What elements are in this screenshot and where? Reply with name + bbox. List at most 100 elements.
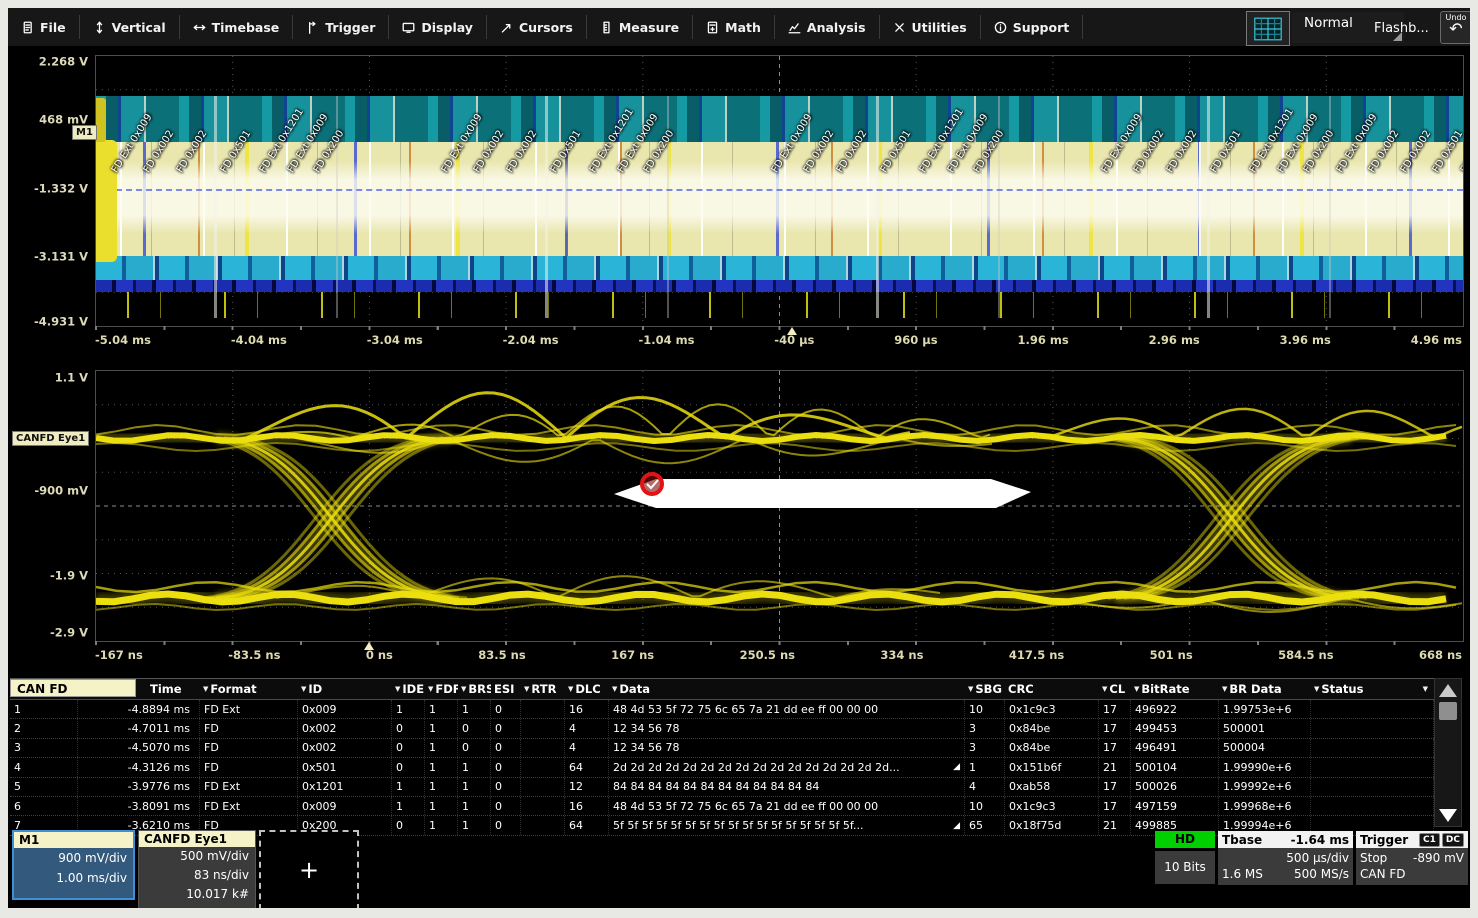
scroll-down-button[interactable] <box>1435 804 1461 826</box>
trigger-position-marker-top[interactable] <box>787 327 797 335</box>
menu-item-measure[interactable]: Measure <box>587 15 693 39</box>
sort-arrow-icon[interactable]: ▼ <box>968 685 973 693</box>
sort-arrow-icon[interactable]: ▼ <box>428 685 433 693</box>
column-header-data[interactable]: ▼Data <box>609 679 965 699</box>
top-x-axis-label: 4.96 ms <box>1411 333 1462 347</box>
table-row[interactable]: 5-3.9776 msFD Ext0x120111101284 84 84 84… <box>10 778 1434 797</box>
expand-row-icon[interactable]: ◢ <box>953 821 960 831</box>
column-header-label: ESI <box>494 682 514 696</box>
descriptor-canfd-eye1[interactable]: CANFD Eye1 500 mV/div 83 ns/div 10.017 k… <box>138 830 256 908</box>
cell-data: 5f 5f 5f 5f 5f 5f 5f 5f 5f 5f 5f 5f 5f 5… <box>609 816 965 834</box>
column-header-rtr[interactable]: ▼RTR <box>521 679 565 699</box>
menu-item-support[interactable]: Support <box>981 15 1084 39</box>
cell-fdf: 1 <box>425 739 458 757</box>
sort-arrow-icon[interactable]: ▼ <box>612 685 617 693</box>
grid-display-button[interactable] <box>1246 11 1290 46</box>
cell-rtr <box>521 797 565 815</box>
cell-format: FD Ext <box>200 797 298 815</box>
main-waveform-grid[interactable]: FD Ext 0x009FD 0x002FD 0x002FD 0x501FD E… <box>95 55 1464 327</box>
sort-arrow-icon[interactable]: ▼ <box>1314 685 1319 693</box>
menu-item-display[interactable]: Display <box>389 15 487 39</box>
cell-n: 6 <box>10 797 78 815</box>
cell-bitrate: 496491 <box>1131 739 1219 757</box>
y-axis-labels: 2.268 V468 mV-1.332 V-3.131 V-4.931 V1.1… <box>8 8 92 708</box>
scope-app: FileVerticalTimebaseTriggerDisplayCursor… <box>8 8 1470 908</box>
column-header-id[interactable]: ▼ID <box>298 679 392 699</box>
column-header-dlc[interactable]: ▼DLC <box>565 679 609 699</box>
hd-status-box[interactable]: HD 10 Bits <box>1155 831 1215 884</box>
menu-item-math[interactable]: Math <box>693 15 775 39</box>
column-header-bitrate[interactable]: ▼BitRate <box>1131 679 1219 699</box>
channel-tag-m1[interactable]: M1 <box>72 125 97 140</box>
cell-brs: 1 <box>458 778 491 796</box>
sort-arrow-icon[interactable]: ▼ <box>1423 685 1428 693</box>
expand-row-icon[interactable]: ◢ <box>953 762 960 772</box>
timebase-status-box[interactable]: Tbase -1.64 ms 500 µs/div 1.6 MS 500 MS/… <box>1218 831 1353 885</box>
sort-arrow-icon[interactable]: ▼ <box>461 685 466 693</box>
column-header-esi[interactable]: ESI <box>491 679 521 699</box>
table-row[interactable]: 1-4.8894 msFD Ext0x00911101648 4d 53 5f … <box>10 700 1434 719</box>
cell-esi: 0 <box>491 719 521 737</box>
sort-arrow-icon[interactable]: ▼ <box>1102 685 1107 693</box>
menu-item-analysis[interactable]: Analysis <box>775 15 880 39</box>
cell-format: FD <box>200 719 298 737</box>
column-header-label: BitRate <box>1141 682 1189 696</box>
column-header-crc[interactable]: CRC <box>1005 679 1099 699</box>
cell-brs: 0 <box>458 739 491 757</box>
cell-time: -4.5070 ms <box>78 739 200 757</box>
cell-n: 4 <box>10 758 78 776</box>
trigger-status-box[interactable]: Trigger C1 DC Stop -890 mV CAN FD <box>1356 831 1468 885</box>
tbase-title: Tbase <box>1222 833 1262 847</box>
sort-arrow-icon[interactable]: ▼ <box>395 685 400 693</box>
menu-item-trigger[interactable]: Trigger <box>293 15 389 39</box>
cell-rtr <box>521 739 565 757</box>
descriptor-m1[interactable]: M1 900 mV/div 1.00 ms/div <box>12 830 135 900</box>
menu-item-cursors[interactable]: Cursors <box>487 15 587 39</box>
cell-id: 0x009 <box>298 700 392 718</box>
top-x-axis-label: 1.96 ms <box>1017 333 1068 347</box>
menu-item-utilities[interactable]: Utilities <box>880 15 981 39</box>
cell-dlc: 16 <box>565 797 609 815</box>
table-row[interactable]: 3-4.5070 msFD0x0020100412 34 56 7830x84b… <box>10 739 1434 758</box>
column-header-brdata[interactable]: ▼BR Data <box>1219 679 1311 699</box>
down-arrow-icon <box>1439 809 1457 822</box>
scrollbar-track[interactable] <box>1435 721 1461 804</box>
cell-brs: 1 <box>458 700 491 718</box>
column-header-ide[interactable]: ▼IDE <box>392 679 425 699</box>
tab-can-fd[interactable]: CAN FD <box>10 679 136 697</box>
eye-diagram-grid[interactable] <box>95 370 1464 642</box>
column-header-format[interactable]: ▼Format <box>200 679 298 699</box>
sort-arrow-icon[interactable]: ▼ <box>1222 685 1227 693</box>
table-row[interactable]: 2-4.7011 msFD0x0020100412 34 56 7830x84b… <box>10 719 1434 738</box>
sort-arrow-icon[interactable]: ▼ <box>301 685 306 693</box>
flashback-label[interactable]: Flashb... <box>1374 21 1429 36</box>
top-x-axis-label: -1.04 ms <box>638 333 694 347</box>
column-header-label: Format <box>210 682 256 696</box>
cell-n: 3 <box>10 739 78 757</box>
column-header-fdf[interactable]: ▼FDF <box>425 679 458 699</box>
column-header-cl[interactable]: ▼CL <box>1099 679 1131 699</box>
eye1-vdiv: 500 mV/div <box>139 847 255 866</box>
column-header-status[interactable]: ▼Status▼ <box>1311 679 1434 699</box>
scrollbar-thumb[interactable] <box>1439 702 1457 720</box>
sort-arrow-icon[interactable]: ▼ <box>568 685 573 693</box>
menu-item-timebase[interactable]: Timebase <box>180 15 294 39</box>
trigger-position-marker-eye[interactable] <box>364 642 374 650</box>
sort-arrow-icon[interactable]: ▼ <box>524 685 529 693</box>
column-header-sbg[interactable]: ▼SBG <box>965 679 1005 699</box>
column-header-brs[interactable]: ▼BRS <box>458 679 491 699</box>
trace-tag-canfd-eye1[interactable]: CANFD Eye1 <box>12 431 89 446</box>
menu-item-vertical[interactable]: Vertical <box>80 15 180 39</box>
mask-failure-marker[interactable] <box>642 474 662 494</box>
eye-x-axis-label: 501 ns <box>1150 648 1193 662</box>
table-row[interactable]: 4-4.3126 msFD0x5010110642d 2d 2d 2d 2d 2… <box>10 758 1434 777</box>
cell-sbg: 65 <box>965 816 1005 834</box>
table-scrollbar[interactable] <box>1434 678 1462 827</box>
table-row[interactable]: 6-3.8091 msFD Ext0x00911101648 4d 53 5f … <box>10 797 1434 816</box>
cell-data: 12 34 56 78 <box>609 719 965 737</box>
add-trace-button[interactable]: + <box>259 830 359 908</box>
sort-arrow-icon[interactable]: ▼ <box>203 685 208 693</box>
undo-button[interactable]: Undo ↶ <box>1440 11 1470 44</box>
scroll-up-button[interactable] <box>1435 679 1461 701</box>
sort-arrow-icon[interactable]: ▼ <box>1134 685 1139 693</box>
